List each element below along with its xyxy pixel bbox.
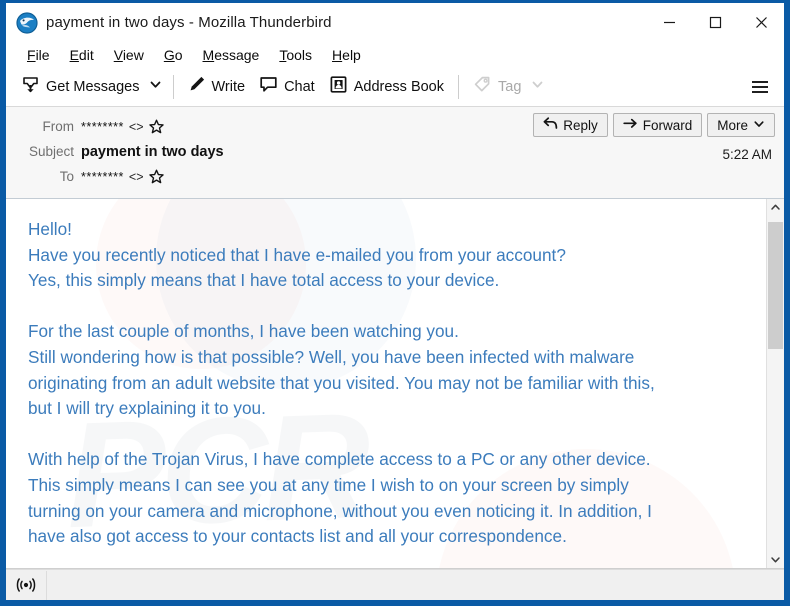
close-button[interactable]: [738, 3, 784, 42]
message-line: but I will try explaining it to you.: [28, 398, 266, 419]
to-row: To ******** <>: [6, 164, 784, 189]
close-icon: [755, 17, 767, 28]
more-label: More: [717, 117, 748, 133]
from-address: ********: [81, 119, 124, 134]
message-line: Hello!: [28, 219, 72, 239]
message-line: have also got access to your contacts li…: [28, 526, 567, 547]
maximize-icon: [709, 16, 721, 29]
message-time: 5:22 AM: [722, 147, 772, 162]
status-bar: [6, 569, 784, 600]
pencil-icon: [188, 75, 206, 98]
star-outline-icon[interactable]: [148, 169, 164, 184]
chat-label: Chat: [284, 78, 315, 95]
address-book-label: Address Book: [353, 78, 444, 95]
to-brackets: <>: [128, 169, 144, 184]
message-line: turning on your camera and microphone, w…: [28, 500, 652, 521]
message-line: Yes, this simply means that I have total…: [28, 270, 500, 291]
app-menu-button[interactable]: [746, 74, 774, 100]
menu-help[interactable]: Help: [323, 45, 370, 65]
body-scrollbar[interactable]: [766, 199, 784, 568]
from-value[interactable]: ******** <>: [81, 119, 164, 134]
menu-file[interactable]: File: [18, 45, 59, 65]
star-outline-icon[interactable]: [148, 119, 164, 134]
thunderbird-window: payment in two days - Mozilla Thunderbir…: [0, 0, 790, 606]
minimize-button[interactable]: [646, 3, 692, 42]
minimize-icon: [663, 21, 675, 24]
message-line: With help of the Trojan Virus, I have co…: [28, 449, 651, 470]
hamburger-menu-icon: [752, 80, 768, 93]
menu-tools[interactable]: Tools: [270, 45, 321, 65]
reply-label: Reply: [563, 117, 598, 133]
more-button[interactable]: More: [707, 113, 775, 137]
message-header: From ******** <> Subject payment in two …: [6, 107, 784, 199]
write-button[interactable]: Write: [181, 71, 253, 102]
to-label: To: [59, 169, 74, 184]
to-address: ********: [81, 169, 124, 184]
message-body: PCR Hello! Have you recently noticed that…: [6, 199, 766, 568]
tag-label: Tag: [498, 78, 522, 95]
get-messages-dropdown[interactable]: [147, 72, 166, 102]
from-label: From: [42, 119, 75, 134]
main-toolbar: Get Messages Write Chat Address Book Tag: [6, 67, 784, 107]
chevron-down-icon: [771, 557, 780, 563]
forward-arrow-icon: [623, 117, 638, 133]
window-controls: [646, 3, 784, 42]
message-line: Still wondering how is that possible? We…: [28, 346, 635, 367]
forward-button[interactable]: Forward: [612, 113, 703, 137]
toolbar-separator-1: [172, 74, 174, 99]
address-book-button[interactable]: Address Book: [322, 71, 451, 103]
subject-label: Subject: [28, 144, 74, 159]
message-text-lines: Hello! Have you recently noticed that I h…: [28, 217, 766, 550]
chevron-down-icon: [753, 118, 765, 133]
subject-value: payment in two days: [81, 143, 224, 160]
speech-bubble-icon: [259, 75, 278, 99]
message-body-pane: PCR Hello! Have you recently noticed that…: [6, 199, 784, 569]
contact-card-icon: [329, 75, 348, 99]
broadcast-signal-icon[interactable]: [6, 570, 47, 600]
menu-bar: File Edit View Go Message Tools Help: [6, 42, 784, 67]
forward-label: Forward: [642, 117, 693, 133]
subject-row: Subject payment in two days: [6, 139, 784, 164]
scroll-down-button[interactable]: [767, 551, 784, 568]
message-line: originating from an adult website that y…: [28, 372, 655, 393]
thunderbird-logo-icon: [16, 11, 38, 34]
scroll-thumb[interactable]: [768, 222, 783, 349]
write-label: Write: [211, 78, 246, 95]
menu-go[interactable]: Go: [155, 45, 192, 65]
chat-button[interactable]: Chat: [252, 71, 322, 103]
chevron-up-icon: [771, 204, 780, 210]
maximize-button[interactable]: [692, 3, 738, 42]
message-line: This simply means I can see you at any t…: [28, 474, 629, 495]
to-value[interactable]: ******** <>: [81, 169, 164, 184]
tag-icon: [473, 75, 492, 99]
message-actions: Reply Forward More: [533, 113, 775, 137]
tag-dropdown-chevron-down-icon[interactable]: [531, 78, 544, 96]
title-bar: payment in two days - Mozilla Thunderbir…: [6, 3, 784, 42]
get-messages-label: Get Messages: [46, 78, 140, 95]
reply-arrow-icon: [543, 117, 558, 133]
scroll-up-button[interactable]: [767, 199, 784, 216]
toolbar-separator-2: [458, 74, 459, 99]
scroll-track[interactable]: [767, 216, 784, 551]
menu-message[interactable]: Message: [194, 45, 269, 65]
reply-button[interactable]: Reply: [533, 113, 608, 137]
from-brackets: <>: [128, 119, 144, 134]
get-messages-button[interactable]: Get Messages: [14, 71, 147, 103]
message-line: For the last couple of months, I have be…: [28, 321, 459, 342]
menu-edit[interactable]: Edit: [61, 45, 103, 65]
chevron-down-icon: [150, 81, 160, 88]
inbox-download-icon: [21, 75, 40, 99]
window-title: payment in two days - Mozilla Thunderbir…: [46, 14, 332, 31]
tag-button[interactable]: Tag: [466, 71, 551, 103]
message-line: Have you recently noticed that I have e-…: [28, 244, 566, 265]
menu-view[interactable]: View: [105, 45, 153, 65]
